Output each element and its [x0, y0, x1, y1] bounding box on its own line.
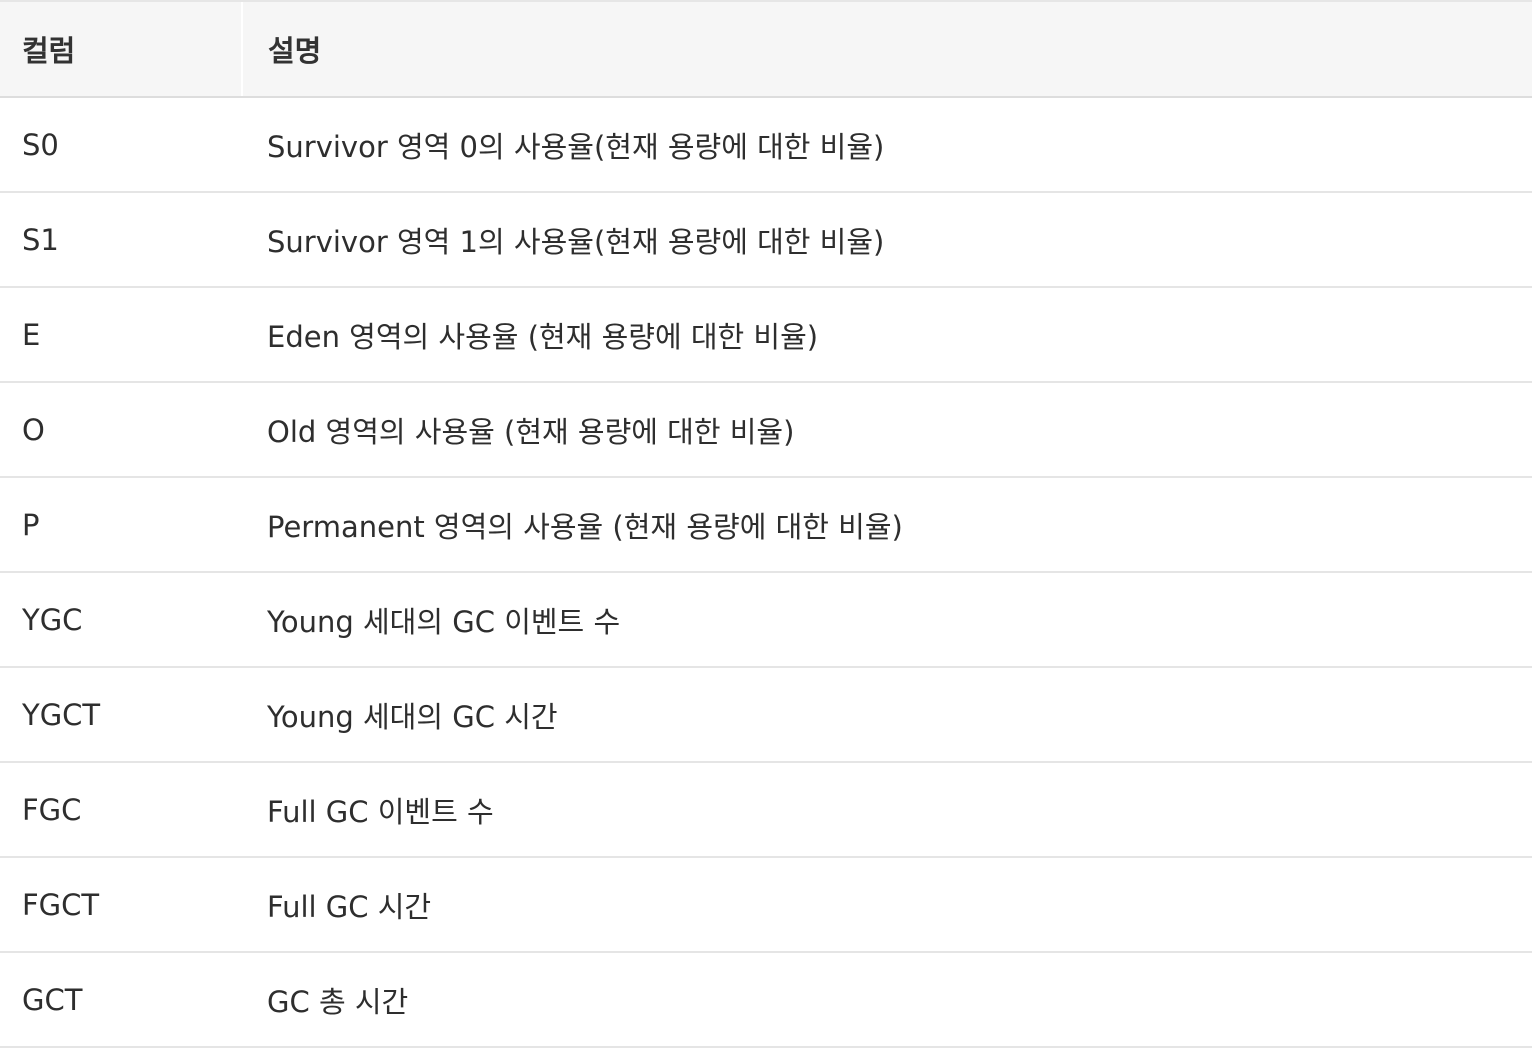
table-row: FGCT Full GC 시간	[0, 857, 1532, 953]
table-row: YGCT Young 세대의 GC 시간	[0, 667, 1532, 763]
table-header-row: 컬럼 설명	[0, 0, 1532, 98]
table-row: P Permanent 영역의 사용율 (현재 용량에 대한 비율)	[0, 477, 1532, 573]
table-row: YGC Young 세대의 GC 이벤트 수	[0, 572, 1532, 668]
table-row: FGC Full GC 이벤트 수	[0, 762, 1532, 858]
row-description: Full GC 시간	[242, 857, 1532, 953]
table-row: S0 Survivor 영역 0의 사용율(현재 용량에 대한 비율)	[0, 97, 1532, 193]
table-body: S0 Survivor 영역 0의 사용율(현재 용량에 대한 비율) S1 S…	[0, 97, 1532, 1048]
row-column-name: P	[0, 477, 242, 573]
header-description: 설명	[241, 0, 1532, 98]
row-description: Young 세대의 GC 시간	[242, 667, 1532, 763]
row-column-name: FGCT	[0, 857, 242, 953]
row-description: Survivor 영역 0의 사용율(현재 용량에 대한 비율)	[242, 97, 1532, 193]
row-column-name: E	[0, 287, 242, 383]
row-column-name: YGC	[0, 572, 242, 668]
row-column-name: O	[0, 382, 242, 478]
table-row: S1 Survivor 영역 1의 사용율(현재 용량에 대한 비율)	[0, 192, 1532, 288]
table-row: O Old 영역의 사용율 (현재 용량에 대한 비율)	[0, 382, 1532, 478]
row-description: Old 영역의 사용율 (현재 용량에 대한 비율)	[242, 382, 1532, 478]
table-header: 컬럼 설명	[0, 0, 1532, 98]
table-row: GCT GC 총 시간	[0, 952, 1532, 1048]
row-description: Young 세대의 GC 이벤트 수	[242, 572, 1532, 668]
row-description: Eden 영역의 사용율 (현재 용량에 대한 비율)	[242, 287, 1532, 383]
row-column-name: S0	[0, 97, 242, 193]
row-description: GC 총 시간	[242, 952, 1532, 1048]
row-column-name: FGC	[0, 762, 242, 858]
row-description: Survivor 영역 1의 사용율(현재 용량에 대한 비율)	[242, 192, 1532, 288]
header-column: 컬럼	[0, 0, 242, 98]
row-column-name: S1	[0, 192, 242, 288]
row-column-name: YGCT	[0, 667, 242, 763]
jstat-column-table: 컬럼 설명 S0 Survivor 영역 0의 사용율(현재 용량에 대한 비율…	[0, 0, 1532, 1048]
row-column-name: GCT	[0, 952, 242, 1048]
row-description: Full GC 이벤트 수	[242, 762, 1532, 858]
table-row: E Eden 영역의 사용율 (현재 용량에 대한 비율)	[0, 287, 1532, 383]
row-description: Permanent 영역의 사용율 (현재 용량에 대한 비율)	[242, 477, 1532, 573]
